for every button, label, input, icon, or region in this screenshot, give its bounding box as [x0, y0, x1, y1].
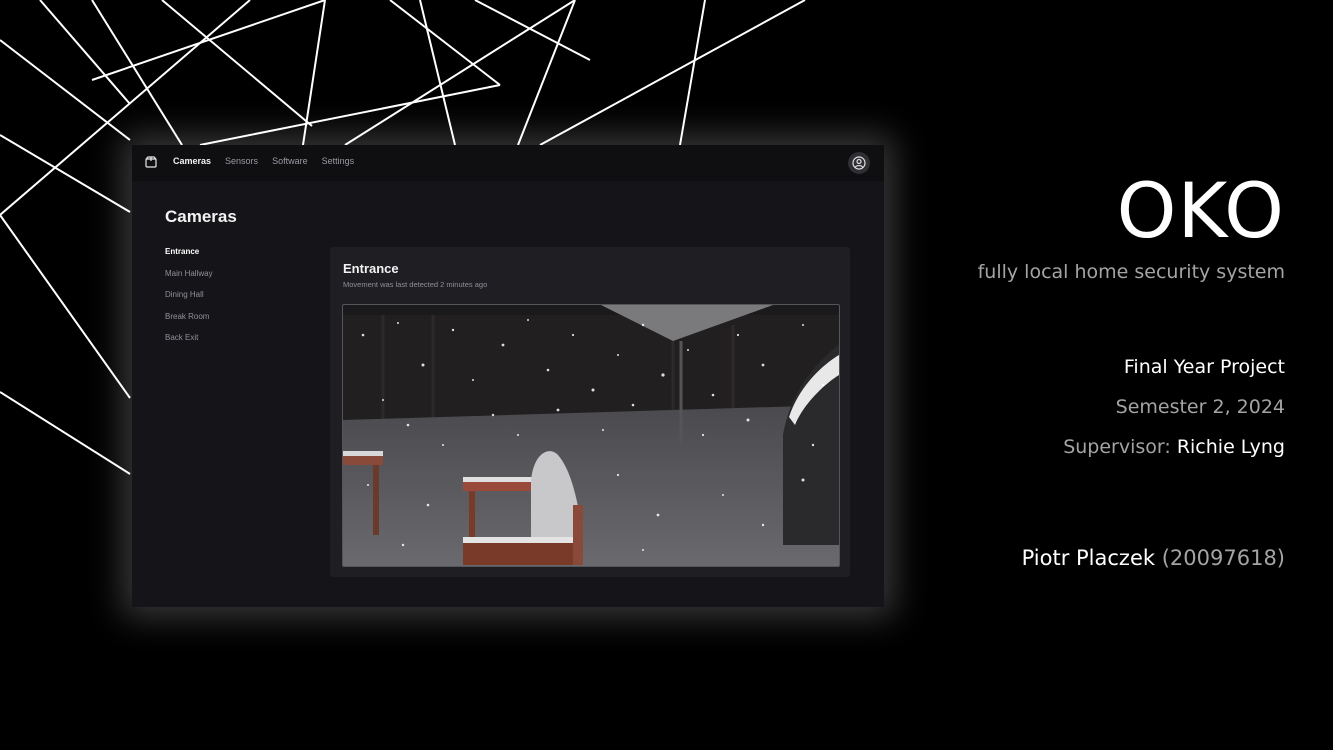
snowy-yard-scene — [343, 305, 839, 566]
main-nav: Cameras Sensors Software Settings — [173, 156, 354, 166]
nav-software[interactable]: Software — [272, 156, 308, 166]
top-navigation-bar: Cameras Sensors Software Settings — [132, 145, 884, 181]
camera-item-entrance[interactable]: Entrance — [165, 247, 213, 269]
author-name: Piotr Placzek — [1021, 546, 1156, 570]
user-circle-icon — [852, 156, 866, 170]
camera-list: Entrance Main Hallway Dining Hall Break … — [165, 247, 213, 355]
nav-sensors[interactable]: Sensors — [225, 156, 258, 166]
camera-feed-image[interactable] — [342, 304, 840, 567]
supervisor-line: Supervisor: Richie Lyng — [1063, 436, 1285, 458]
page-title: Cameras — [165, 207, 237, 226]
camera-card-title: Entrance — [343, 261, 399, 276]
camera-item-main-hallway[interactable]: Main Hallway — [165, 269, 213, 291]
author-line: Piotr Placzek (20097618) — [1022, 546, 1285, 570]
box-logo-icon[interactable] — [145, 156, 157, 168]
supervisor-name: Richie Lyng — [1176, 436, 1285, 458]
app-screenshot: Cameras Sensors Software Settings Camera… — [132, 145, 884, 607]
camera-item-back-exit[interactable]: Back Exit — [165, 333, 213, 355]
camera-item-dining-hall[interactable]: Dining Hall — [165, 290, 213, 312]
author-id: (20097618) — [1161, 546, 1285, 570]
camera-card-status: Movement was last detected 2 minutes ago — [343, 280, 488, 289]
slide: Cameras Sensors Software Settings Camera… — [0, 0, 1333, 750]
slide-subtitle: fully local home security system — [977, 261, 1285, 283]
camera-item-break-room[interactable]: Break Room — [165, 312, 213, 334]
supervisor-label: Supervisor: — [1063, 436, 1171, 458]
semester-label: Semester 2, 2024 — [1115, 396, 1285, 418]
nav-settings[interactable]: Settings — [322, 156, 355, 166]
camera-card: Entrance Movement was last detected 2 mi… — [330, 247, 850, 577]
project-label: Final Year Project — [1123, 356, 1285, 378]
slide-title: OKO — [1116, 166, 1285, 255]
user-avatar-button[interactable] — [848, 152, 870, 174]
nav-cameras[interactable]: Cameras — [173, 156, 211, 166]
